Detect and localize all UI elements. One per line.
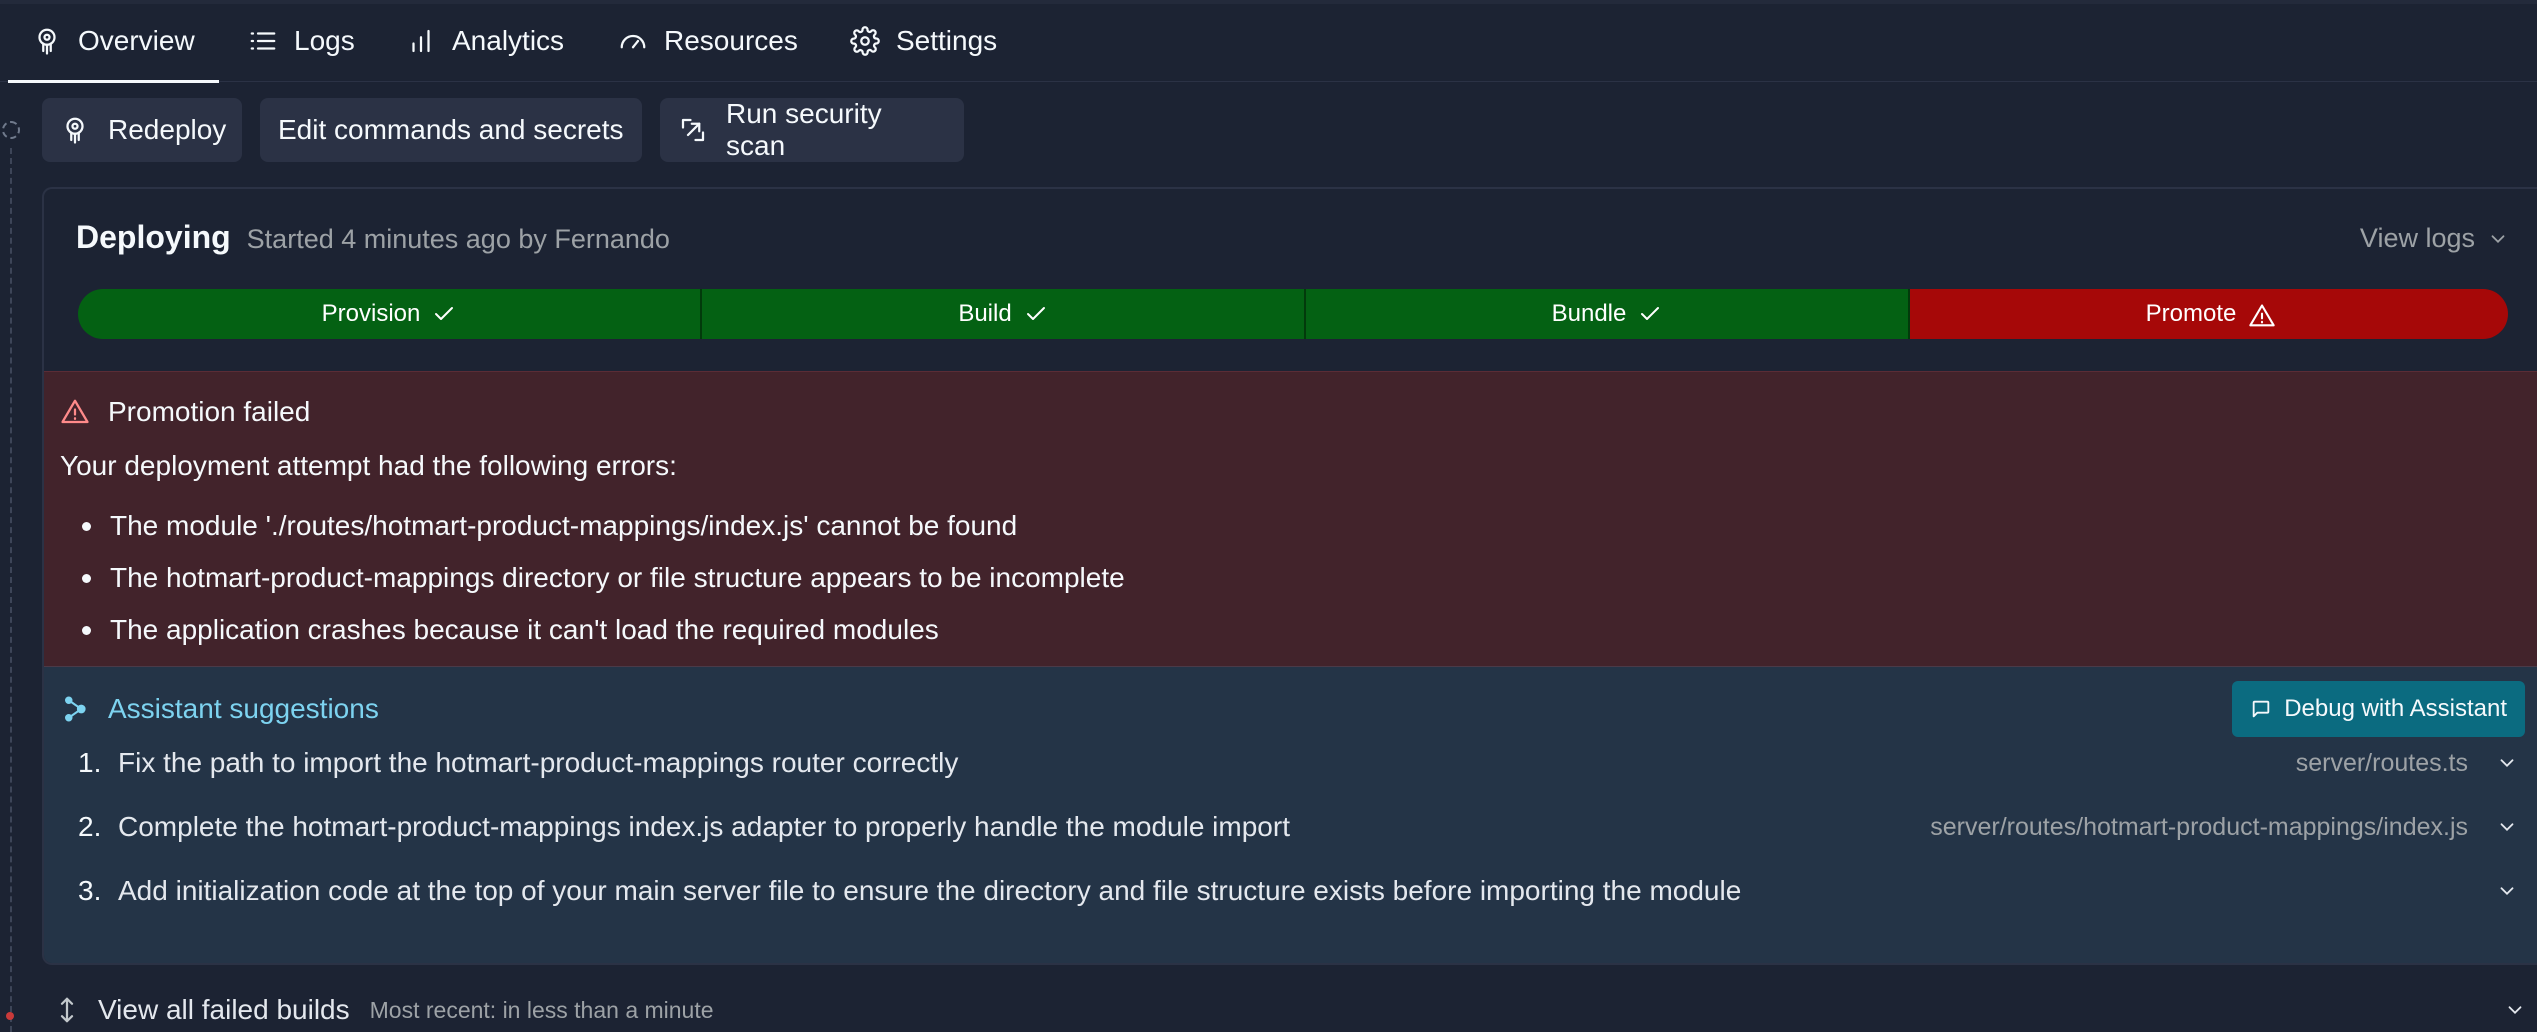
suggestion-number: 3. bbox=[78, 875, 102, 906]
bar-chart-icon bbox=[406, 26, 436, 56]
stage-build: Build bbox=[700, 289, 1304, 339]
list-icon bbox=[248, 26, 278, 56]
suggestion-item[interactable]: 2. Complete the hotmart-product-mappings… bbox=[78, 799, 2518, 855]
debug-button-label: Debug with Assistant bbox=[2284, 695, 2507, 722]
rocket-icon bbox=[60, 115, 90, 145]
assistant-header: Assistant suggestions bbox=[62, 693, 379, 725]
edit-commands-label: Edit commands and secrets bbox=[278, 114, 624, 145]
stage-label: Build bbox=[958, 300, 1012, 327]
tab-logs[interactable]: Logs bbox=[248, 0, 355, 82]
deployment-stages: Provision Build Bundle Promote bbox=[78, 289, 2508, 339]
tab-bar: Overview Logs Analytics Resources Settin… bbox=[0, 0, 2537, 83]
scan-icon bbox=[678, 115, 708, 145]
warning-icon bbox=[60, 397, 90, 427]
tab-overview[interactable]: Overview bbox=[8, 0, 219, 83]
warning-icon bbox=[2248, 302, 2276, 327]
check-icon bbox=[1024, 302, 1048, 326]
error-item: The application crashes because it can't… bbox=[82, 604, 1125, 656]
stage-label: Bundle bbox=[1551, 300, 1627, 327]
stage-bundle: Bundle bbox=[1304, 289, 1908, 339]
suggestion-text: Complete the hotmart-product-mappings in… bbox=[118, 811, 1290, 842]
tab-label: Settings bbox=[896, 25, 998, 56]
view-logs-label: View logs bbox=[2359, 223, 2475, 253]
chat-icon bbox=[2250, 698, 2272, 720]
gear-icon bbox=[850, 26, 880, 56]
suggestion-text: Add initialization code at the top of yo… bbox=[118, 875, 1742, 906]
promotion-error-panel: Promotion failed Your deployment attempt… bbox=[44, 371, 2537, 667]
suggestion-file: server/routes.ts bbox=[2295, 748, 2468, 777]
tab-analytics[interactable]: Analytics bbox=[406, 0, 564, 82]
tab-label: Resources bbox=[664, 25, 798, 56]
assistant-icon bbox=[62, 694, 88, 724]
suggestion-number: 2. bbox=[78, 811, 102, 842]
suggestion-text: Fix the path to import the hotmart-produ… bbox=[118, 747, 959, 778]
security-scan-label: Run security scan bbox=[726, 98, 882, 161]
error-description: Your deployment attempt had the followin… bbox=[60, 450, 677, 481]
timeline-node bbox=[2, 121, 20, 139]
error-item: The hotmart-product-mappings directory o… bbox=[82, 552, 1125, 604]
deployment-header: Deploying Started 4 minutes ago by Ferna… bbox=[76, 219, 670, 256]
chevron-down-icon bbox=[2487, 228, 2509, 250]
suggestion-item[interactable]: 1. Fix the path to import the hotmart-pr… bbox=[78, 735, 2518, 791]
deployment-status-title: Deploying bbox=[76, 219, 231, 255]
suggestion-item[interactable]: 3. Add initialization code at the top of… bbox=[78, 863, 2518, 919]
gauge-icon bbox=[618, 26, 648, 56]
stage-promote: Promote bbox=[1908, 289, 2508, 339]
tab-label: Logs bbox=[294, 25, 355, 56]
redeploy-button[interactable]: Redeploy bbox=[42, 98, 242, 162]
error-list: The module './routes/hotmart-product-map… bbox=[82, 500, 1125, 656]
expand-vertical-icon bbox=[56, 995, 78, 1025]
stage-label: Provision bbox=[321, 300, 421, 327]
tab-label: Analytics bbox=[452, 25, 565, 56]
deployment-started-text: Started 4 minutes ago by Fernando bbox=[246, 224, 670, 254]
stage-provision: Provision bbox=[78, 289, 700, 339]
suggestion-file: server/routes/hotmart-product-mappings/i… bbox=[1930, 812, 2468, 841]
debug-with-assistant-button[interactable]: Debug with Assistant bbox=[2232, 681, 2525, 737]
timeline-end-marker bbox=[6, 1012, 14, 1020]
redeploy-label: Redeploy bbox=[108, 114, 227, 145]
edit-commands-button[interactable]: Edit commands and secrets bbox=[260, 98, 642, 162]
stage-label: Promote bbox=[2145, 300, 2237, 327]
tab-settings[interactable]: Settings bbox=[850, 0, 997, 82]
failed-builds-label: View all failed builds bbox=[98, 994, 350, 1025]
security-scan-button[interactable]: Run security scan bbox=[660, 98, 964, 162]
assistant-suggestions-panel: Assistant suggestions Debug with Assista… bbox=[44, 667, 2537, 963]
failed-builds-recent: Most recent: in less than a minute bbox=[369, 996, 714, 1023]
tab-label: Overview bbox=[78, 25, 195, 56]
deployment-card: Deploying Started 4 minutes ago by Ferna… bbox=[42, 187, 2537, 965]
chevron-down-icon bbox=[2496, 880, 2518, 902]
chevron-down-icon bbox=[2504, 999, 2526, 1021]
view-logs-button[interactable]: View logs bbox=[2360, 223, 2509, 254]
timeline-line bbox=[10, 148, 12, 1032]
tab-resources[interactable]: Resources bbox=[618, 0, 798, 82]
error-title: Promotion failed bbox=[108, 396, 311, 427]
error-item: The module './routes/hotmart-product-map… bbox=[82, 500, 1125, 552]
rocket-icon bbox=[32, 26, 62, 56]
check-icon bbox=[1638, 302, 1662, 326]
suggestion-number: 1. bbox=[78, 747, 102, 778]
assistant-title: Assistant suggestions bbox=[108, 693, 379, 724]
error-title-row: Promotion failed bbox=[60, 396, 310, 428]
chevron-down-icon bbox=[2496, 752, 2518, 774]
view-failed-builds-row[interactable]: View all failed builds Most recent: in l… bbox=[56, 988, 2526, 1032]
chevron-down-icon bbox=[2496, 816, 2518, 838]
check-icon bbox=[432, 302, 456, 326]
